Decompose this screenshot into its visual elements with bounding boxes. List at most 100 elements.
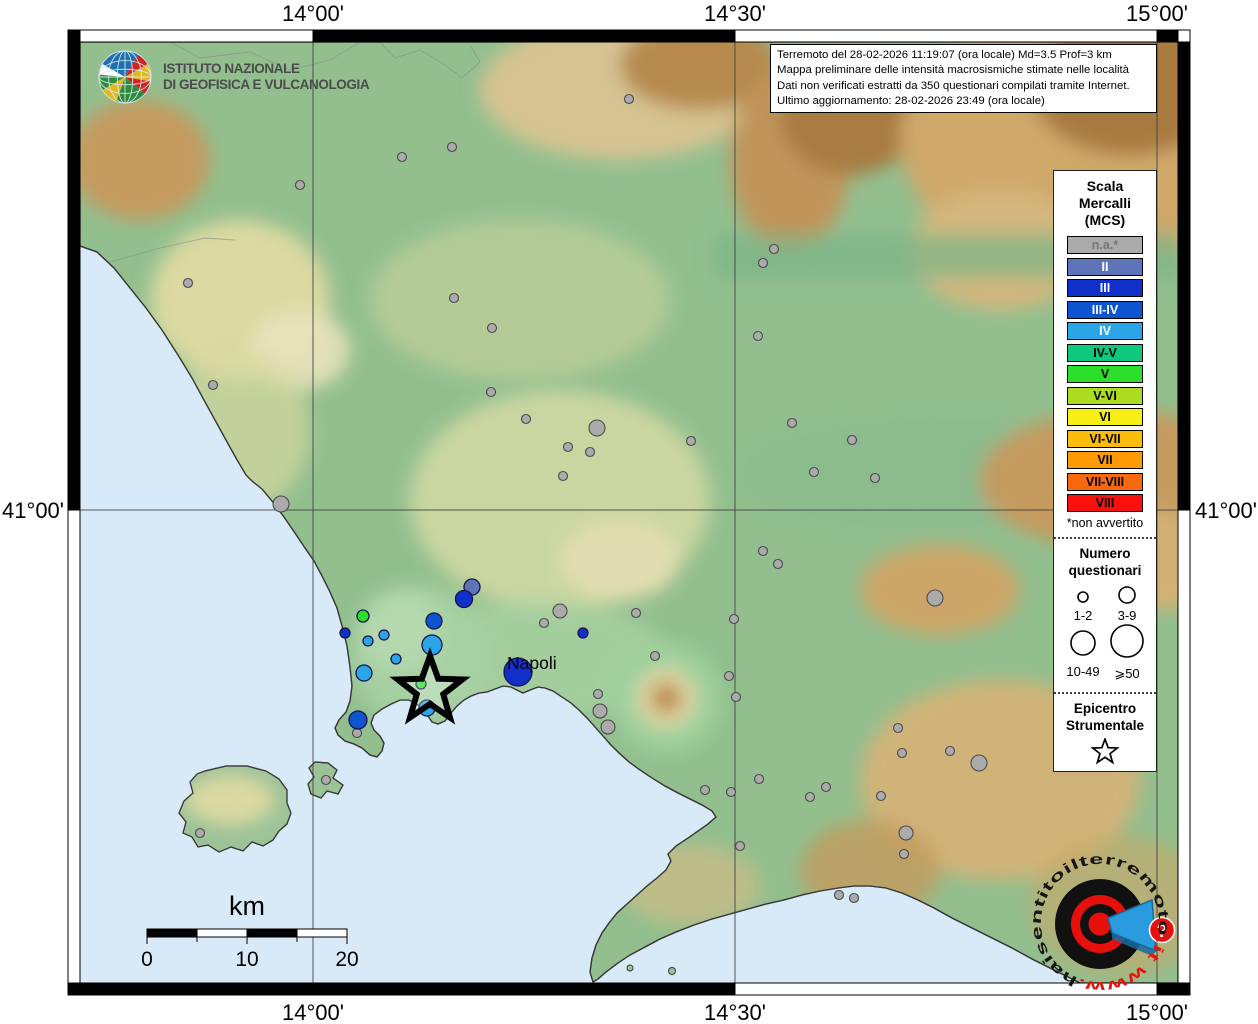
- intensity-point-IV: [356, 665, 372, 681]
- legend-class-VII-VIII: VII-VIII: [1067, 473, 1143, 491]
- intensity-point-na: [755, 775, 764, 784]
- intensity-point-na: [730, 615, 739, 624]
- intensity-point-na: [727, 788, 736, 797]
- intensity-point-na: [601, 720, 615, 734]
- intensity-point-na: [398, 153, 407, 162]
- legend-class-VII: VII: [1067, 451, 1143, 469]
- ingv-logo: ISTITUTO NAZIONALE DI GEOFISICA E VULCAN…: [96, 48, 369, 106]
- intensity-point-na: [540, 619, 549, 628]
- legend-panel: Scala Mercalli (MCS) n.a.*IIIIIIII-IVIVI…: [1053, 170, 1157, 772]
- intensity-point-na: [774, 560, 783, 569]
- intensity-point-na: [835, 891, 844, 900]
- intensity-point-na: [725, 672, 734, 681]
- intensity-point-III-IV: [349, 711, 367, 729]
- ingv-globe-icon: [96, 48, 154, 106]
- intensity-point-na: [899, 826, 913, 840]
- intensity-point-na: [871, 474, 880, 483]
- questionnaire-size-circle-10-49: [1071, 631, 1095, 655]
- legend-class-VI-VII: VI-VII: [1067, 430, 1143, 448]
- intensity-point-na: [701, 786, 710, 795]
- intensity-point-na: [632, 609, 641, 618]
- star-icon: [1093, 739, 1118, 762]
- intensity-point-na: [651, 652, 660, 661]
- legend-footnote: *non avvertito: [1054, 516, 1156, 530]
- intensity-point-na: [196, 829, 205, 838]
- legend-class-VIII: VIII: [1067, 494, 1143, 512]
- intensity-point-na: [209, 381, 218, 390]
- legend-separator: [1054, 692, 1156, 694]
- questionnaire-size-circle-1-2: [1078, 592, 1088, 602]
- intensity-point-na: [946, 747, 955, 756]
- epicenter-title-line1: Epicentro: [1054, 700, 1156, 717]
- legend-intensity-scale: n.a.*IIIIIIII-IVIVIV-VVV-VIVIVI-VIIVIIVI…: [1054, 236, 1156, 512]
- city-label-napoli: Napoli: [507, 653, 557, 673]
- questionnaire-size-label: 1-2: [1074, 608, 1093, 623]
- lon-label-top-15-00: 15°00': [1126, 1, 1188, 27]
- legend-separator: [1054, 537, 1156, 539]
- screenshot-stage: km 0 10 20 Napoli ? www.haise: [0, 0, 1258, 1024]
- intensity-point-na: [759, 259, 768, 268]
- questionnaire-size-key: 1-2 3-9 10-49 ⩾50: [1057, 581, 1153, 685]
- questionnaire-size-label: 3-9: [1118, 608, 1137, 623]
- intensity-point-na: [770, 245, 779, 254]
- intensity-point-III: [456, 591, 473, 608]
- intensity-point-na: [450, 294, 459, 303]
- intensity-point-IV: [379, 630, 389, 640]
- legend-class-V: V: [1067, 365, 1143, 383]
- questionnaire-size-circle-3-9: [1119, 587, 1135, 603]
- intensity-point-na: [488, 324, 497, 333]
- intensity-point-na: [894, 724, 903, 733]
- intensity-point-na: [850, 894, 859, 903]
- intensity-point-na: [273, 496, 289, 512]
- scale-tick-0: 0: [141, 948, 153, 971]
- intensity-point-na: [927, 590, 943, 606]
- intensity-point-IV: [391, 654, 401, 664]
- questionnaire-size-label: ⩾50: [1114, 666, 1139, 681]
- lon-label-bottom-14-00: 14°00': [282, 1000, 344, 1024]
- scale-tick-10: 10: [235, 948, 258, 971]
- intensity-point-na: [625, 95, 634, 104]
- intensity-point-na: [687, 437, 696, 446]
- questionnaire-size-label: 10-49: [1066, 664, 1099, 679]
- legend-class-n.a.*: n.a.*: [1067, 236, 1143, 254]
- intensity-point-na: [586, 448, 595, 457]
- legend-title-line2: Mercalli: [1054, 195, 1156, 212]
- intensity-point-na: [559, 472, 568, 481]
- intensity-point-na: [898, 749, 907, 758]
- islet: [627, 965, 633, 971]
- intensity-point-na: [806, 793, 815, 802]
- questionnaire-title-line1: Numero: [1054, 545, 1156, 562]
- legend-title-line1: Scala: [1054, 178, 1156, 195]
- questionnaire-title-line2: questionari: [1054, 562, 1156, 579]
- intensity-point-na: [184, 279, 193, 288]
- intensity-point-na: [589, 420, 605, 436]
- intensity-point-na: [848, 436, 857, 445]
- intensity-point-IV: [363, 636, 373, 646]
- intensity-point-na: [322, 776, 331, 785]
- intensity-point-na: [594, 690, 603, 699]
- intensity-point-na: [593, 704, 607, 718]
- intensity-point-na: [754, 332, 763, 341]
- intensity-point-III-IV: [426, 613, 442, 629]
- intensity-point-na: [810, 468, 819, 477]
- legend-class-III-IV: III-IV: [1067, 301, 1143, 319]
- intensity-point-V: [357, 610, 369, 622]
- info-line-map-type: Mappa preliminare delle intensità macros…: [777, 63, 1150, 78]
- intensity-point-na: [971, 755, 987, 771]
- info-line-event: Terremoto del 28-02-2026 11:19:07 (ora l…: [777, 48, 1150, 63]
- info-line-data-source: Dati non verificati estratti da 350 ques…: [777, 79, 1150, 94]
- intensity-point-na: [522, 415, 531, 424]
- intensity-point-III: [340, 628, 350, 638]
- scale-tick-20: 20: [335, 948, 358, 971]
- intensity-point-na: [296, 181, 305, 190]
- questionnaire-size-circle-⩾50: [1111, 625, 1143, 657]
- logo-bullseye-center: [1089, 913, 1112, 936]
- islet: [669, 968, 676, 975]
- intensity-point-na: [732, 693, 741, 702]
- lat-label-right-41-00: 41°00': [1195, 498, 1257, 524]
- intensity-point-na: [759, 547, 768, 556]
- legend-title-line3: (MCS): [1054, 212, 1156, 229]
- intensity-point-na: [736, 842, 745, 851]
- intensity-point-IV: [422, 635, 442, 655]
- intensity-point-na: [448, 143, 457, 152]
